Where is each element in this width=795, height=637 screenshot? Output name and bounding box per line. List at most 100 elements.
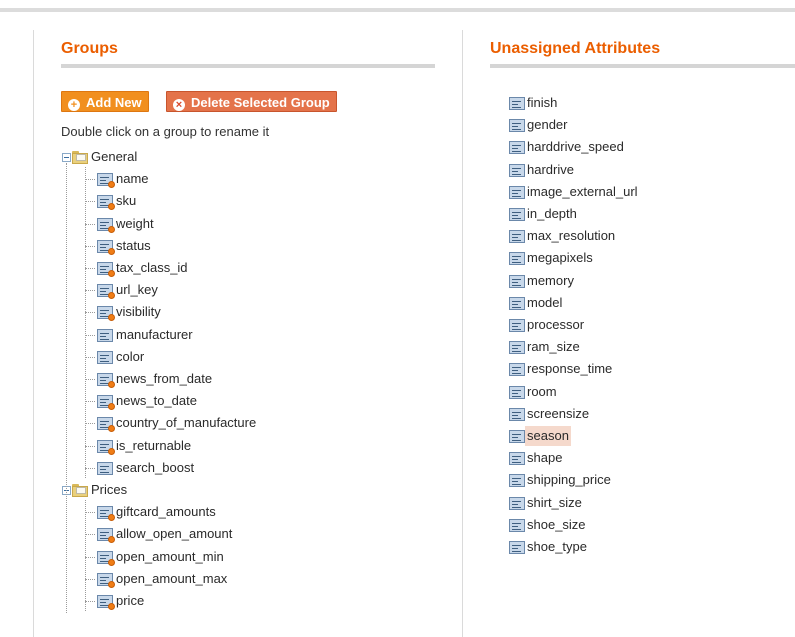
tree-item[interactable]: is_returnable: [62, 436, 362, 456]
unassigned-item-label: shirt_size: [527, 494, 582, 510]
delete-group-label: Delete Selected Group: [191, 95, 330, 110]
plus-icon: +: [68, 99, 80, 111]
tree-item-label: allow_open_amount: [116, 526, 233, 542]
attribute-icon: [509, 518, 525, 532]
attribute-icon: [97, 373, 115, 388]
system-lock-icon: [108, 558, 115, 566]
tree-item[interactable]: country_of_manufacture: [62, 413, 362, 433]
tree-item[interactable]: color: [62, 347, 362, 367]
tree-group-prices[interactable]: Prices: [62, 480, 362, 500]
attribute-icon: [97, 350, 113, 364]
system-lock-icon: [108, 381, 115, 388]
collapse-icon[interactable]: [62, 153, 71, 162]
attribute-icon: [97, 217, 115, 233]
system-lock-icon: [108, 403, 115, 411]
attribute-icon: [509, 185, 525, 199]
unassigned-item-label: screensize: [527, 405, 590, 421]
tree-root-line: [66, 163, 67, 614]
tree-connector: [85, 401, 95, 403]
tree-item-label: country_of_manufacture: [116, 415, 257, 431]
attribute-icon: [509, 230, 525, 244]
attribute-icon: [97, 528, 115, 544]
unassigned-item-label: shoe_type: [527, 539, 587, 554]
tree-item[interactable]: tax_class_id: [62, 258, 362, 278]
system-lock-icon: [108, 536, 115, 544]
tree-item[interactable]: news_from_date: [62, 369, 362, 389]
system-lock-icon: [108, 314, 115, 322]
attribute-icon: [509, 119, 525, 133]
tree-item[interactable]: price: [62, 591, 362, 611]
system-lock-icon: [108, 580, 115, 588]
attribute-icon: [97, 195, 115, 211]
unassigned-item-label: image_external_url: [527, 183, 638, 199]
attribute-icon: [97, 306, 115, 322]
attribute-icon: [97, 328, 113, 342]
tree-group-label: Prices: [91, 482, 128, 497]
tree-item[interactable]: giftcard_amounts: [62, 502, 362, 522]
unassigned-item-label: finish: [527, 95, 558, 110]
tree-item[interactable]: weight: [62, 214, 362, 234]
unassigned-heading-rule: [490, 64, 795, 68]
tree-connector: [85, 578, 95, 580]
add-new-button[interactable]: + Add New: [61, 91, 149, 112]
delete-group-button[interactable]: × Delete Selected Group: [166, 91, 337, 112]
system-lock-icon: [108, 603, 115, 610]
attribute-icon: [97, 395, 115, 411]
tree-item[interactable]: sku: [62, 191, 362, 211]
tree-item[interactable]: open_amount_max: [62, 569, 362, 589]
tree-item[interactable]: name: [62, 169, 362, 189]
tree-item-label: open_amount_min: [116, 548, 224, 564]
tree-item-label: name: [116, 171, 149, 187]
unassigned-item-label: max_resolution: [527, 228, 616, 244]
tree-item-label: search_boost: [116, 459, 195, 475]
tree-item[interactable]: visibility: [62, 302, 362, 322]
tree-connector: [85, 423, 95, 425]
unassigned-item-label: harddrive_speed: [527, 139, 624, 155]
tree-item-label: visibility: [116, 304, 161, 320]
groups-heading: Groups: [61, 40, 118, 57]
tree-branch-line: [85, 500, 86, 612]
attribute-icon: [509, 97, 525, 110]
unassigned-heading: Unassigned Attributes: [490, 40, 661, 57]
tree-item-label: giftcard_amounts: [116, 504, 216, 520]
tree-connector: [85, 290, 95, 292]
tree-group-general[interactable]: General: [62, 147, 362, 167]
tree-item[interactable]: allow_open_amount: [62, 524, 362, 544]
tree-connector: [85, 512, 95, 514]
tree-item-label: open_amount_max: [116, 570, 228, 586]
attribute-icon: [97, 239, 115, 255]
attribute-icon: [509, 407, 525, 421]
unassigned-item-label: shipping_price: [527, 472, 611, 488]
tree-connector: [85, 268, 95, 269]
tree-connector: [85, 356, 95, 358]
left-border: [33, 30, 34, 637]
tree-item[interactable]: news_to_date: [62, 391, 362, 411]
tree-item[interactable]: search_boost: [62, 458, 362, 478]
system-lock-icon: [108, 225, 115, 233]
attribute-icon: [97, 595, 115, 610]
tree-item-label: news_from_date: [116, 371, 213, 386]
attribute-icon: [97, 173, 115, 189]
tree-item-label: tax_class_id: [116, 260, 188, 275]
unassigned-item-label: hardrive: [527, 161, 574, 177]
unassigned-item-label: shape: [527, 450, 563, 466]
unassigned-item-label: megapixels: [527, 250, 593, 266]
attribute-icon: [509, 252, 525, 266]
tree-item[interactable]: url_key: [62, 280, 362, 300]
add-new-label: Add New: [86, 95, 142, 110]
tree-item[interactable]: open_amount_min: [62, 547, 362, 567]
tree-item[interactable]: status: [62, 236, 362, 256]
tree-connector: [85, 534, 95, 536]
tree-connector: [85, 556, 95, 558]
attribute-icon: [97, 506, 115, 522]
tree-connector: [85, 179, 95, 181]
attribute-icon: [509, 274, 525, 288]
tree-item[interactable]: manufacturer: [62, 325, 362, 345]
system-lock-icon: [108, 514, 115, 522]
attribute-icon: [97, 461, 113, 475]
system-lock-icon: [108, 447, 115, 455]
tree-connector: [85, 334, 95, 336]
attribute-icon: [509, 474, 525, 488]
tree-item-label: sku: [116, 193, 137, 209]
tree-connector: [85, 223, 95, 225]
